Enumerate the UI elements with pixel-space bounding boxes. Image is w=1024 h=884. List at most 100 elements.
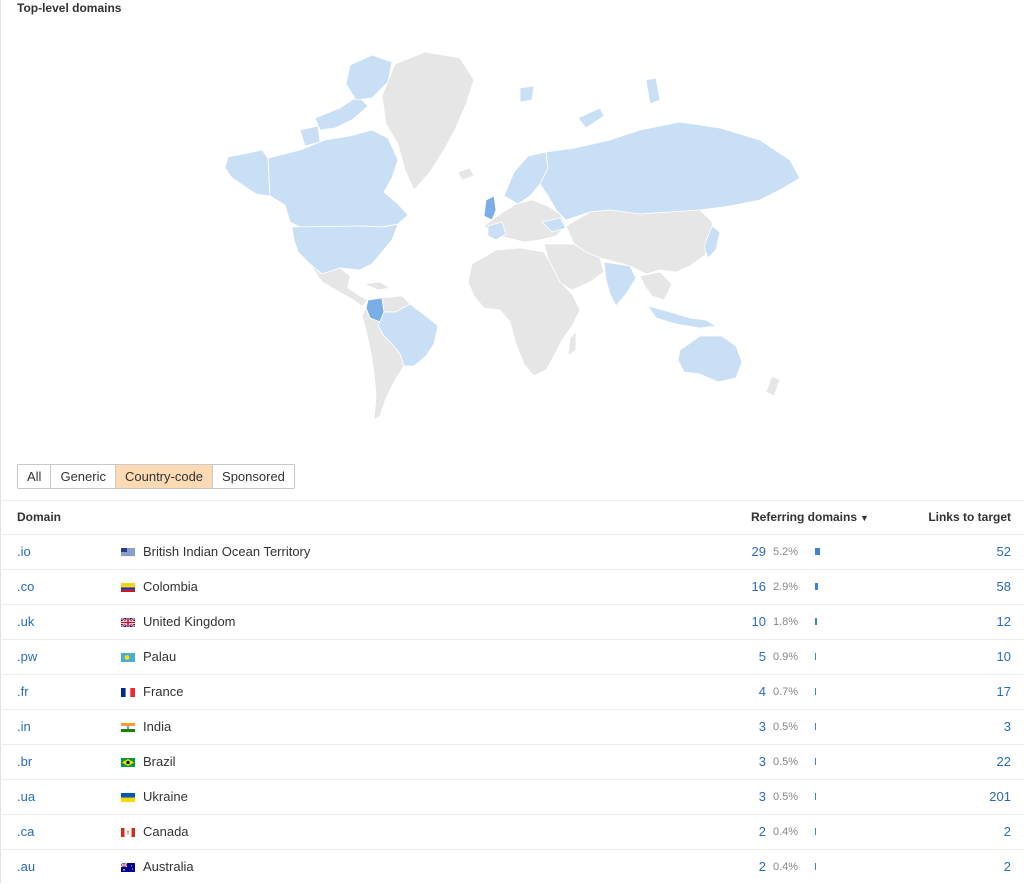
- table-row: .ca Canada 2 0.4% 2: [0, 814, 1024, 849]
- referring-domains-bar: [815, 688, 816, 695]
- referring-domains-percent: 1.8%: [773, 616, 799, 628]
- referring-domains-count[interactable]: 3: [759, 780, 766, 814]
- referring-domains-bar: [815, 618, 817, 625]
- map-region-russia: [539, 121, 801, 221]
- referring-domains-percent: 0.4%: [773, 826, 799, 838]
- section-title: Top-level domains: [17, 1, 122, 15]
- tld-filter-tabs: All Generic Country-code Sponsored: [17, 464, 295, 489]
- co-flag-icon: [121, 583, 135, 592]
- map-region-australia: [677, 335, 743, 383]
- tld-link[interactable]: .br: [17, 745, 32, 779]
- country-name: Brazil: [143, 754, 176, 769]
- tld-link[interactable]: .in: [17, 710, 31, 744]
- links-to-target-count[interactable]: 58: [997, 570, 1011, 604]
- tld-link[interactable]: .io: [17, 535, 31, 569]
- in-flag-icon: [121, 723, 135, 732]
- map-region-svalbard: [519, 85, 535, 103]
- referring-domains-percent: 2.9%: [773, 581, 799, 593]
- referring-domains-percent: 0.5%: [773, 721, 799, 733]
- referring-domains-percent: 0.7%: [773, 686, 799, 698]
- au-flag-icon: [121, 863, 135, 872]
- referring-domains-count[interactable]: 10: [752, 605, 766, 639]
- br-flag-icon: [121, 758, 135, 767]
- referring-domains-bar: [815, 653, 816, 660]
- header-referring-domains[interactable]: Referring domains ▼: [751, 501, 869, 535]
- referring-domains-count[interactable]: 3: [759, 710, 766, 744]
- tld-link[interactable]: .au: [17, 850, 35, 884]
- tld-link[interactable]: .pw: [17, 640, 37, 674]
- country-name: British Indian Ocean Territory: [143, 544, 311, 559]
- referring-domains-bar: [815, 583, 818, 590]
- pw-flag-icon: [121, 653, 135, 662]
- referring-domains-percent: 0.5%: [773, 756, 799, 768]
- tld-link[interactable]: .uk: [17, 605, 34, 639]
- country-name: Ukraine: [143, 789, 188, 804]
- table-row: .io British Indian Ocean Territory 29 5.2% 5…: [0, 534, 1024, 569]
- tld-link[interactable]: .co: [17, 570, 34, 604]
- map-region-iceland: [457, 167, 475, 181]
- referring-domains-bar: [815, 548, 820, 555]
- links-to-target-count[interactable]: 12: [997, 605, 1011, 639]
- header-referring-label: Referring domains: [751, 510, 858, 524]
- io-flag-icon: [121, 548, 135, 557]
- map-region-scandinavia: [503, 151, 549, 205]
- world-map[interactable]: [0, 30, 1024, 450]
- tab-all[interactable]: All: [18, 465, 52, 488]
- fr-flag-icon: [121, 688, 135, 697]
- tld-link[interactable]: .ca: [17, 815, 34, 849]
- table-header: Domain Referring domains ▼ Links to targe…: [0, 500, 1024, 534]
- links-to-target-count[interactable]: 17: [997, 675, 1011, 709]
- links-to-target-count[interactable]: 2: [1004, 850, 1011, 884]
- tab-generic[interactable]: Generic: [51, 465, 116, 488]
- tld-link[interactable]: .fr: [17, 675, 29, 709]
- referring-domains-bar: [815, 863, 816, 870]
- map-region-new-zealand: [765, 375, 781, 397]
- links-to-target-count[interactable]: 10: [997, 640, 1011, 674]
- referring-domains-percent: 0.4%: [773, 861, 799, 873]
- table-row: .fr France 4 0.7% 17: [0, 674, 1024, 709]
- map-region-indonesia: [647, 305, 718, 329]
- referring-domains-bar: [815, 723, 816, 730]
- links-to-target-count[interactable]: 3: [1004, 710, 1011, 744]
- referring-domains-percent: 0.9%: [773, 651, 799, 663]
- map-region-severnaya: [645, 77, 661, 105]
- table-row: .ua Ukraine 3 0.5% 201: [0, 779, 1024, 814]
- links-to-target-count[interactable]: 22: [997, 745, 1011, 779]
- map-region-uk: [483, 195, 497, 221]
- map-region-greenland: [381, 51, 475, 191]
- links-to-target-count[interactable]: 52: [997, 535, 1011, 569]
- tld-table: Domain Referring domains ▼ Links to targe…: [0, 500, 1024, 884]
- table-row: .au Australia 2 0.4% 2: [0, 849, 1024, 884]
- links-to-target-count[interactable]: 2: [1004, 815, 1011, 849]
- referring-domains-bar: [815, 758, 816, 765]
- table-row: .co Colombia 16 2.9% 58: [0, 569, 1024, 604]
- referring-domains-percent: 0.5%: [773, 791, 799, 803]
- map-region-novaya-zemlya: [577, 107, 605, 129]
- links-to-target-count[interactable]: 201: [989, 780, 1011, 814]
- referring-domains-count[interactable]: 16: [752, 570, 766, 604]
- country-name: United Kingdom: [143, 614, 236, 629]
- referring-domains-count[interactable]: 4: [759, 675, 766, 709]
- header-domain: Domain: [17, 510, 62, 524]
- tab-country-code[interactable]: Country-code: [115, 465, 214, 488]
- referring-domains-bar: [815, 828, 816, 835]
- referring-domains-count[interactable]: 29: [752, 535, 766, 569]
- map-region-caribbean: [362, 281, 392, 291]
- table-row: .uk United Kingdom 10 1.8% 12: [0, 604, 1024, 639]
- tab-sponsored[interactable]: Sponsored: [213, 465, 294, 488]
- header-links-to-target[interactable]: Links to target: [928, 501, 1011, 534]
- referring-domains-count[interactable]: 2: [759, 815, 766, 849]
- uk-flag-icon: [121, 618, 135, 627]
- table-body: .io British Indian Ocean Territory 29 5.2% 5…: [0, 534, 1024, 884]
- map-region-arctic-islands: [314, 95, 369, 131]
- table-row: .pw Palau 5 0.9% 10: [0, 639, 1024, 674]
- country-name: India: [143, 719, 172, 734]
- referring-domains-percent: 5.2%: [773, 546, 799, 558]
- table-row: .br Brazil 3 0.5% 22: [0, 744, 1024, 779]
- referring-domains-count[interactable]: 3: [759, 745, 766, 779]
- referring-domains-count[interactable]: 2: [759, 850, 766, 884]
- tld-link[interactable]: .ua: [17, 780, 35, 814]
- referring-domains-count[interactable]: 5: [759, 640, 766, 674]
- map-region-canada: [267, 129, 409, 228]
- map-region-arctic-island-2: [299, 125, 321, 147]
